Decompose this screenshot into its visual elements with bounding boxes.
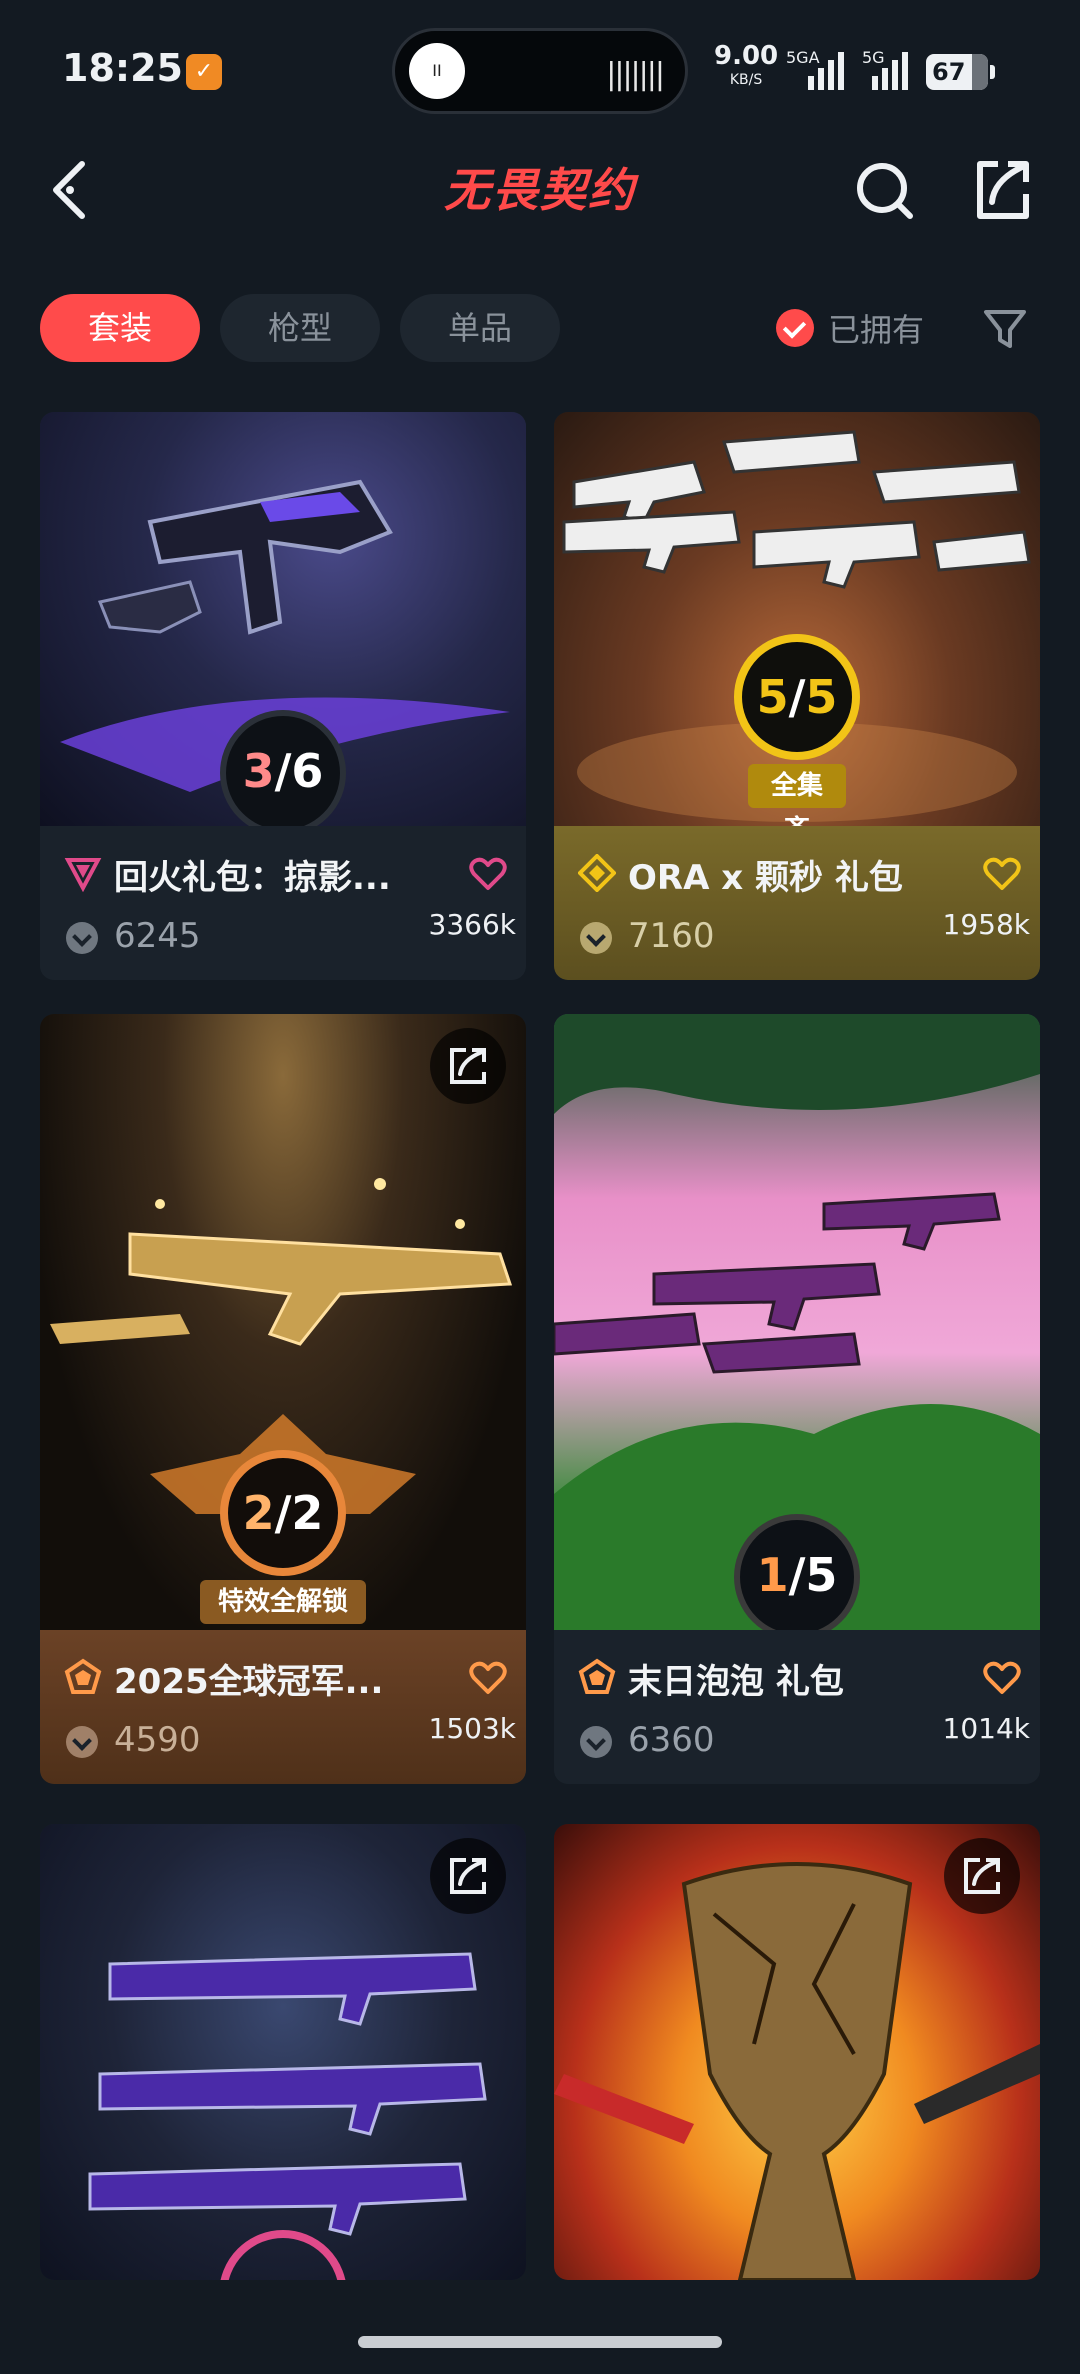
bundle-likes: 1958k	[942, 908, 1030, 941]
share-icon	[977, 161, 1029, 219]
complete-set-ribbon: 全集齐	[748, 764, 846, 845]
bundle-likes: 1503k	[428, 1712, 516, 1745]
network-speed: 9.00 KB/S	[714, 41, 779, 88]
heart-icon[interactable]	[982, 856, 1022, 892]
checkbox-checked-icon	[776, 309, 814, 347]
tier-diamond-icon	[578, 854, 616, 892]
currency-vp-icon	[580, 1726, 612, 1758]
tier-triangle-icon	[64, 858, 102, 892]
home-indicator[interactable]	[358, 2336, 722, 2348]
heart-icon[interactable]	[468, 856, 508, 892]
search-button[interactable]	[850, 150, 920, 230]
share-icon	[450, 1858, 486, 1894]
app-notification-icon: ✓	[186, 54, 222, 90]
effects-unlocked-ribbon: 特效全解锁	[200, 1580, 366, 1624]
search-icon	[857, 163, 913, 219]
battery-icon: 67	[926, 54, 995, 90]
dynamic-island[interactable]: II |||||||	[392, 28, 688, 114]
tab-weapon-type[interactable]: 枪型	[220, 294, 380, 362]
tier-pentagon-icon	[578, 1658, 616, 1694]
share-icon	[964, 1858, 1000, 1894]
bundle-name: 末日泡泡 礼包	[628, 1662, 844, 1702]
bundle-card[interactable]: 2/2 特效全解锁 2025全球冠军... 4590 1503k	[40, 1014, 526, 1784]
signal-strength-icon	[872, 52, 908, 90]
share-icon	[450, 1048, 486, 1084]
share-button[interactable]	[944, 1838, 1020, 1914]
collection-progress-badge: 1/5	[734, 1514, 860, 1640]
bundle-info: ORA x 颗秒 礼包 7160 1958k	[554, 826, 1040, 980]
bundle-info: 回火礼包：掠影... 6245 3366k	[40, 826, 526, 980]
heart-icon[interactable]	[468, 1660, 508, 1696]
signal-strength-icon	[808, 52, 844, 90]
bundle-card[interactable]	[40, 1824, 526, 2280]
bundle-price: 4590	[114, 1720, 201, 1760]
share-button[interactable]	[968, 150, 1038, 230]
bundle-card[interactable]: 1/5 末日泡泡 礼包 6360 1014k	[554, 1014, 1040, 1784]
bundle-info: 2025全球冠军... 4590 1503k	[40, 1630, 526, 1784]
heart-icon[interactable]	[982, 1660, 1022, 1696]
bundle-name: ORA x 颗秒 礼包	[628, 858, 903, 898]
bundle-likes: 1014k	[942, 1712, 1030, 1745]
bundle-price: 6360	[628, 1720, 715, 1760]
media-indicator-icon: II	[409, 43, 465, 99]
filter-icon	[984, 310, 1026, 348]
bundle-info: 末日泡泡 礼包 6360 1014k	[554, 1630, 1040, 1784]
owned-filter-toggle[interactable]: 已拥有	[776, 306, 924, 350]
status-bar: 18:25 ✓ II ||||||| 9.00 KB/S 5GA 5G 67	[0, 0, 1080, 140]
tab-bundles[interactable]: 套装	[40, 294, 200, 362]
bundle-card[interactable]: 5/5 全集齐 ORA x 颗秒 礼包 7160 1958k	[554, 412, 1040, 980]
share-button[interactable]	[430, 1838, 506, 1914]
collection-progress-badge: 2/2	[220, 1450, 346, 1576]
audio-wave-icon: |||||||	[606, 57, 665, 92]
bundle-price: 7160	[628, 916, 715, 956]
currency-vp-icon	[580, 922, 612, 954]
bundle-card[interactable]: 3/6 回火礼包：掠影... 6245 3366k	[40, 412, 526, 980]
currency-vp-icon	[66, 1726, 98, 1758]
collection-progress-badge: 3/6	[220, 710, 346, 836]
bundle-name: 回火礼包：掠影...	[114, 858, 391, 898]
currency-vp-icon	[66, 922, 98, 954]
tab-single-items[interactable]: 单品	[400, 294, 560, 362]
status-time: 18:25	[62, 46, 183, 90]
collection-progress-badge: 5/5	[734, 634, 860, 760]
share-button[interactable]	[430, 1028, 506, 1104]
bundle-likes: 3366k	[428, 908, 516, 941]
owned-filter-label: 已拥有	[828, 311, 925, 349]
filter-button[interactable]	[980, 304, 1030, 354]
bundle-card[interactable]	[554, 1824, 1040, 2280]
bundle-price: 6245	[114, 916, 201, 956]
app-header: 无畏契约	[0, 140, 1080, 240]
category-tabs: 套装 枪型 单品	[40, 294, 560, 362]
bundle-name: 2025全球冠军...	[114, 1662, 384, 1702]
tier-pentagon-icon	[64, 1658, 102, 1694]
